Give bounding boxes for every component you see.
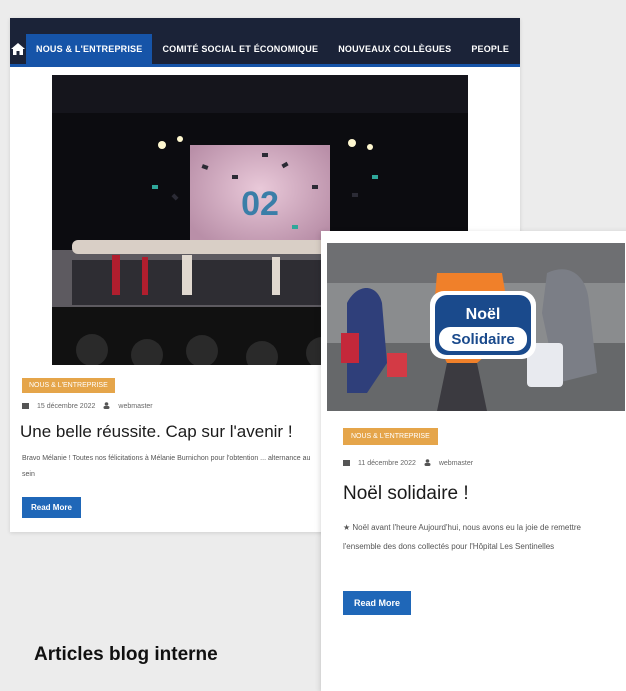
post-2-category-badge[interactable]: NOUS & L'ENTREPRISE: [343, 428, 438, 445]
user-icon: [103, 402, 110, 411]
post-1-author[interactable]: webmaster: [118, 403, 152, 410]
post-1-meta: 15 décembre 2022 webmaster: [22, 402, 153, 411]
nav-item-nouveaux-collegues[interactable]: NOUVEAUX COLLÈGUES: [328, 34, 461, 64]
nav-item-people[interactable]: PEOPLE: [461, 34, 519, 64]
badge-line-1: Noël: [466, 306, 501, 323]
photo-screen-number: 02: [241, 185, 279, 223]
calendar-icon: [343, 459, 350, 468]
post-2-image[interactable]: Noël Solidaire: [327, 243, 625, 411]
post-2-title[interactable]: Noël solidaire !: [343, 483, 469, 505]
post-1-excerpt: Bravo Mélanie ! Toutes nos félicitations…: [22, 455, 311, 478]
home-icon[interactable]: [10, 34, 26, 64]
top-navigation: NOUS & L'ENTREPRISE COMITÉ SOCIAL ET ÉCO…: [10, 18, 520, 64]
post-2-meta: 11 décembre 2022 webmaster: [343, 459, 473, 468]
gift-icon: ★: [343, 523, 353, 532]
calendar-icon: [22, 402, 29, 411]
post-2-date[interactable]: 11 décembre 2022: [358, 460, 416, 467]
article-card-2: Noël Solidaire NOUS & L'ENTREPRISE 11 dé…: [321, 231, 626, 691]
post-1-category-badge[interactable]: NOUS & L'ENTREPRISE: [22, 378, 115, 393]
nav-item-nous-entreprise[interactable]: NOUS & L'ENTREPRISE: [26, 34, 153, 64]
post-2-excerpt-text: Noël avant l'heure Aujourd'hui, nous avo…: [343, 523, 581, 551]
badge-line-2: Solidaire: [451, 331, 514, 348]
post-2-excerpt: ★ Noël avant l'heure Aujourd'hui, nous a…: [343, 518, 619, 556]
post-2-author[interactable]: webmaster: [439, 460, 473, 467]
page-caption: Articles blog interne: [34, 644, 218, 665]
post-2-read-more-button[interactable]: Read More: [343, 591, 412, 615]
user-icon: [424, 459, 431, 468]
nav-item-more[interactable]: BO: [519, 34, 520, 64]
post-1-title[interactable]: Une belle réussite. Cap sur l'avenir !: [20, 422, 293, 442]
post-1-read-more-button[interactable]: Read More: [22, 497, 81, 518]
nav-item-comite-social[interactable]: COMITÉ SOCIAL ET ÉCONOMIQUE: [152, 34, 328, 64]
nav-underline: [10, 64, 520, 67]
post-1-date[interactable]: 15 décembre 2022: [37, 403, 95, 410]
